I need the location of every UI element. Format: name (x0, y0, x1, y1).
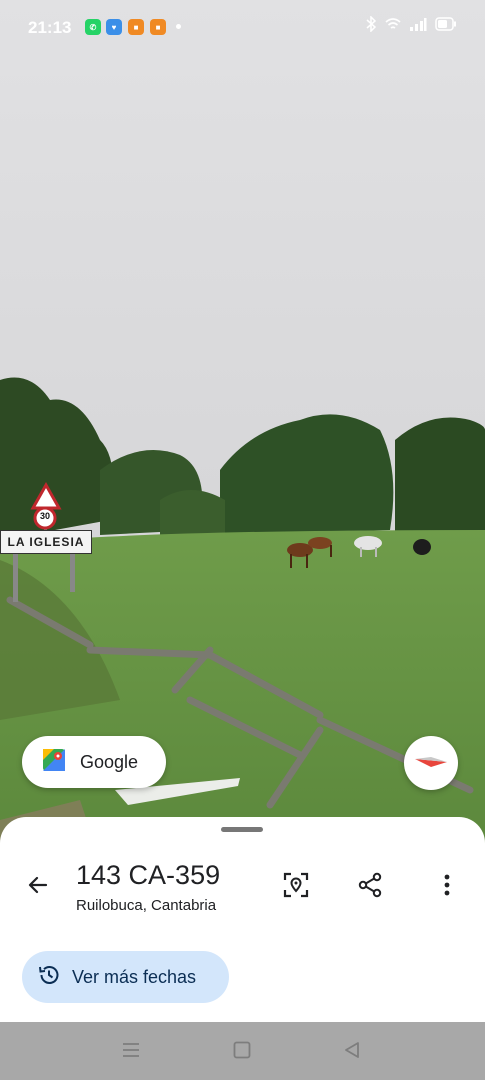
recents-button[interactable] (119, 1040, 143, 1064)
wifi-icon (385, 17, 401, 36)
orange-app-icon: ■ (150, 19, 166, 35)
bluetooth-icon (365, 15, 377, 37)
road-sign: LA IGLESIA (0, 530, 92, 554)
more-dates-button[interactable]: Ver más fechas (22, 951, 229, 1003)
arrow-back-icon (26, 873, 50, 902)
google-label: Google (80, 751, 139, 772)
more-options-button[interactable] (429, 869, 465, 905)
compass-button[interactable] (404, 736, 458, 790)
speed-limit-text: 30 (39, 511, 50, 521)
battery-icon (435, 17, 457, 36)
address-title: 143 CA-359 (76, 860, 221, 890)
whatsapp-icon: ✆ (85, 19, 101, 35)
back-button[interactable] (20, 869, 56, 905)
share-button[interactable] (352, 869, 388, 905)
location-search-icon (283, 872, 309, 903)
address-subtitle: Ruilobuca, Cantabria (76, 897, 217, 914)
google-maps-chip[interactable]: Google (22, 736, 166, 788)
notification-dot-icon (176, 24, 181, 29)
recents-icon (122, 1042, 140, 1063)
history-icon (38, 964, 60, 991)
back-nav-button[interactable] (340, 1040, 364, 1064)
home-icon (233, 1041, 251, 1064)
orange-app-icon: ■ (128, 19, 144, 35)
location-sheet: 143 CA-359 Ruilobuca, Cantabria Ver más … (0, 817, 485, 1022)
heart-app-icon: ♥ (106, 19, 122, 35)
status-time: 21:13 (28, 18, 72, 37)
compass-icon (414, 754, 448, 773)
share-icon (357, 872, 383, 903)
home-button[interactable] (230, 1040, 254, 1064)
system-nav-bar (0, 1022, 485, 1080)
signal-icon (409, 17, 427, 36)
more-dates-label: Ver más fechas (72, 966, 197, 987)
status-bar: 21:13 ✆ ♥ ■ ■ (0, 0, 485, 56)
google-maps-icon (42, 748, 66, 777)
drag-handle[interactable] (221, 827, 263, 832)
more-vert-icon (444, 874, 450, 901)
location-search-button[interactable] (278, 869, 314, 905)
back-triangle-icon (343, 1041, 361, 1064)
